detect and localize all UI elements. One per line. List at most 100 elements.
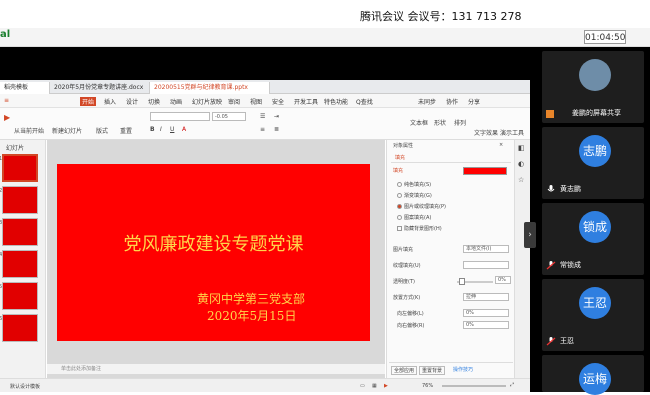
participant-tile[interactable]: 志鹏 黄志鹏 [542,127,644,199]
current-slide[interactable]: 党风廉政建设专题党课 黄冈中学第三党支部 2020年5月15日 [57,164,370,341]
align-left-icon[interactable]: ≡ [260,126,265,133]
view-sorter-icon[interactable]: ▦ [372,383,377,389]
participant-tile[interactable]: 王忍 王忍 [542,279,644,351]
radio-icon [397,182,402,187]
view-normal-icon[interactable]: ▭ [360,383,365,389]
list-icon[interactable]: ☰ [260,113,265,120]
meeting-title: 腾讯会议 会议号：131 713 278 [360,10,522,23]
fill-option-solid[interactable]: 纯色填充(S) [397,181,431,188]
new-slide-button[interactable]: 新建幻灯片 [52,126,82,135]
divider [391,162,511,163]
menu-view[interactable]: 视图 [250,97,262,106]
side-icon-bar: ◧ ◐ ☆ [514,140,530,378]
layout-button[interactable]: 版式 [96,126,108,135]
tab-docer[interactable]: 稻壳模板 [0,82,50,94]
reset-background-button[interactable]: 重置背景 [419,366,446,375]
properties-icon[interactable]: ◧ [518,144,525,152]
thumbnail-slide-1[interactable] [2,154,38,182]
menu-animation[interactable]: 动画 [170,97,182,106]
offset-right-input[interactable]: 0% [463,321,509,329]
zoom-slider[interactable] [442,385,506,387]
fill-option-label: 渐变填充(G) [404,193,432,199]
font-color-icon[interactable]: A [182,126,186,133]
thumb-number: 5 [0,284,3,290]
menu-devtools[interactable]: 开发工具 [294,97,318,106]
from-current-button[interactable]: 从当前开始 [14,126,44,135]
text-effect-button[interactable]: 文字效果 [474,128,498,137]
font-name-select[interactable] [150,112,210,121]
menu-insert[interactable]: 插入 [104,97,116,106]
tab-docx[interactable]: 2020年5月份党章专题讲座.docx [50,82,150,94]
menu-share[interactable]: 分享 [468,97,480,106]
fill-option-label: 图案填充(A) [404,215,432,221]
tile-select[interactable]: 拉伸 [463,293,509,301]
participant-name: 黄志鹏 [560,185,581,193]
menu-file-icon[interactable]: ≡ [4,97,9,104]
fill-tab[interactable]: 填充 [395,154,405,161]
font-size-select[interactable]: -0.05 [212,112,246,121]
menu-home[interactable]: 开始 [80,97,97,106]
fit-window-icon[interactable]: ⤢ [510,382,514,388]
play-icon[interactable]: ▶ [4,113,10,122]
presentation-tools-button[interactable]: 演示工具 [500,128,524,137]
status-bar: 默认设计模板 ▭ ▦ ▶ 76% ⤢ [0,378,530,392]
slide-thumbnail-panel: 幻灯片 1 2 3 4 5 6 [0,140,46,378]
expand-panel-chevron-icon[interactable]: › [524,222,536,248]
thumb-number: 4 [0,252,3,258]
image-fill-select[interactable]: 本地文件(I) [463,245,509,253]
apply-all-button[interactable]: 全部应用 [391,366,418,375]
reset-button[interactable]: 重置 [120,126,132,135]
menu-design[interactable]: 设计 [126,97,138,106]
menu-features[interactable]: 特色功能 [324,97,348,106]
indent-icon[interactable]: ⇥ [274,113,279,120]
participant-tile[interactable]: 运梅 [542,355,644,395]
textbox-button[interactable]: 文本框 [410,118,428,127]
thumbnail-slide-2[interactable] [2,186,38,214]
transparency-input[interactable]: 0% [495,276,511,284]
close-icon[interactable]: × [499,142,503,148]
underline-icon[interactable]: U [170,126,174,133]
menu-security[interactable]: 安全 [272,97,284,106]
shape-button[interactable]: 形状 [434,118,446,127]
animation-icon[interactable]: ☆ [518,176,524,184]
fill-option-gradient[interactable]: 渐变填充(G) [397,192,432,199]
italic-icon[interactable]: I [160,126,162,133]
thumb-number: 3 [0,220,3,226]
thumbnail-slide-5[interactable] [2,282,38,310]
style-icon[interactable]: ◐ [518,160,524,168]
tab-pptx[interactable]: 20200515党群与纪律教育课.pptx [150,82,270,94]
participant-name: 常锁成 [560,261,581,269]
menu-transition[interactable]: 切换 [148,97,160,106]
slide-canvas-area: 党风廉政建设专题党课 黄冈中学第三党支部 2020年5月15日 [47,140,385,378]
microphone-muted-icon [546,337,556,346]
align-center-icon[interactable]: ≣ [274,126,279,133]
participant-tile-screen-share[interactable]: 姜鹏的屏幕共享 [542,51,644,123]
fill-option-pattern[interactable]: 图案填充(A) [397,214,431,221]
fill-color-swatch[interactable] [463,167,507,175]
play-icon[interactable]: ▶ [384,383,388,389]
meeting-timer: 01:04:50 [584,30,626,44]
arrange-button[interactable]: 排列 [454,118,466,127]
transparency-slider-handle[interactable] [459,278,465,285]
texture-select[interactable] [463,261,509,269]
menu-search[interactable]: Q查找 [356,97,373,106]
prop-panel-header: 对象属性 [393,143,414,149]
menu-unsynced[interactable]: 未同步 [418,97,436,106]
offset-left-input[interactable]: 0% [463,309,509,317]
bold-icon[interactable]: B [150,126,155,133]
avatar: 志鹏 [579,135,611,167]
fill-option-picture[interactable]: 图片或纹理填充(P) [397,203,446,210]
avatar: 王忍 [579,287,611,319]
thumbnail-slide-3[interactable] [2,218,38,246]
menu-review[interactable]: 审阅 [228,97,240,106]
menu-collab[interactable]: 协作 [446,97,458,106]
thumb-number: 2 [0,188,3,194]
hide-background-option[interactable]: 隐藏背景图形(H) [397,225,442,232]
thumbnail-slide-4[interactable] [2,250,38,278]
participant-tile[interactable]: 锁成 常锁成 [542,203,644,275]
menu-slideshow[interactable]: 幻灯片放映 [192,97,222,106]
notes-field[interactable]: 单击此处添加备注 [47,364,385,374]
tips-link[interactable]: 操作技巧 [453,366,473,373]
thumbnail-slide-6[interactable] [2,314,38,342]
menu-bar: ≡ 开始 插入 设计 切换 动画 幻灯片放映 审阅 视图 安全 开发工具 特色功… [0,94,530,108]
